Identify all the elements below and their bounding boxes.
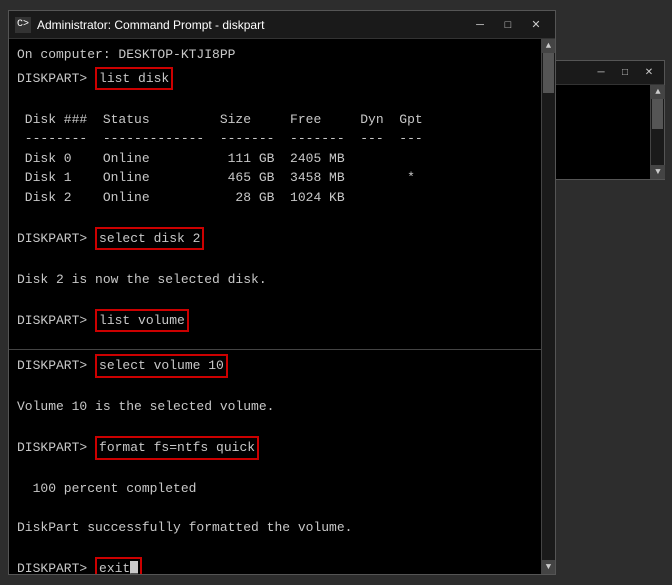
command-select-disk: select disk 2 — [95, 227, 204, 251]
secondary-close[interactable]: ✕ — [638, 64, 660, 82]
scrollbar-track[interactable] — [542, 53, 555, 560]
prompt-text-4: DISKPART> — [17, 356, 95, 376]
header-line: On computer: DESKTOP-KTJI8PP — [17, 43, 533, 67]
disk-divider: -------- ------------- ------- ------- -… — [17, 129, 533, 149]
cursor: _ — [130, 561, 138, 574]
main-titlebar: C> Administrator: Command Prompt - diskp… — [9, 11, 555, 39]
minimize-button[interactable]: ─ — [467, 15, 493, 35]
window-title: Administrator: Command Prompt - diskpart — [37, 18, 467, 32]
command-exit: exit_ — [95, 557, 142, 574]
disk-0: Disk 0 Online 111 GB 2405 MB — [17, 149, 533, 169]
prompt-format: DISKPART> format fs=ntfs quick — [17, 436, 533, 460]
command-select-volume: select volume 10 — [95, 354, 228, 378]
disk-2: Disk 2 Online 28 GB 1024 KB — [17, 188, 533, 208]
main-window: C> Administrator: Command Prompt - diskp… — [8, 10, 556, 575]
select-volume-output: Volume 10 is the selected volume. — [17, 397, 533, 417]
maximize-button[interactable]: □ — [495, 15, 521, 35]
disk-1: Disk 1 Online 465 GB 3458 MB * — [17, 168, 533, 188]
scroll-down-button[interactable]: ▼ — [542, 560, 556, 574]
top-terminal[interactable]: On computer: DESKTOP-KTJI8PP DISKPART> l… — [9, 39, 541, 349]
prompt-text-2: DISKPART> — [17, 229, 95, 249]
window-controls: ─ □ ✕ — [467, 15, 549, 35]
secondary-scroll-down[interactable]: ▼ — [651, 165, 665, 179]
scrollbar[interactable]: ▲ ▼ — [541, 39, 555, 574]
command-list-volume: list volume — [95, 309, 189, 333]
command-list-disk: list disk — [95, 67, 173, 91]
terminal-content: On computer: DESKTOP-KTJI8PP DISKPART> l… — [9, 39, 555, 574]
secondary-scroll-up[interactable]: ▲ — [651, 85, 665, 99]
secondary-scrollbar[interactable]: ▲ ▼ — [650, 85, 664, 179]
scrollbar-thumb[interactable] — [543, 53, 554, 93]
top-section: On computer: DESKTOP-KTJI8PP DISKPART> l… — [9, 39, 541, 349]
icon-symbol: C> — [17, 19, 29, 30]
select-disk-output: Disk 2 is now the selected disk. — [17, 270, 533, 290]
command-format: format fs=ntfs quick — [95, 436, 259, 460]
format-success: DiskPart successfully formatted the volu… — [17, 518, 533, 538]
secondary-maximize[interactable]: □ — [614, 64, 636, 82]
secondary-controls: ─ □ ✕ — [590, 64, 660, 82]
secondary-scrollbar-track[interactable] — [651, 99, 664, 165]
bottom-section: DISKPART> select volume 10 Volume 10 is … — [9, 350, 541, 574]
prompt-text-5: DISKPART> — [17, 438, 95, 458]
disk-header: Disk ### Status Size Free Dyn Gpt — [17, 110, 533, 130]
prompt-list-volume: DISKPART> list volume — [17, 309, 533, 333]
secondary-scrollbar-thumb[interactable] — [652, 99, 663, 129]
prompt-text: DISKPART> — [17, 69, 95, 89]
secondary-minimize[interactable]: ─ — [590, 64, 612, 82]
prompt-select-disk: DISKPART> select disk 2 — [17, 227, 533, 251]
scroll-up-button[interactable]: ▲ — [542, 39, 556, 53]
close-button[interactable]: ✕ — [523, 15, 549, 35]
prompt-exit: DISKPART> exit_ — [17, 557, 533, 574]
prompt-text-3: DISKPART> — [17, 311, 95, 331]
prompt-select-volume: DISKPART> select volume 10 — [17, 354, 533, 378]
bottom-terminal[interactable]: DISKPART> select volume 10 Volume 10 is … — [9, 350, 541, 574]
format-progress: 100 percent completed — [17, 479, 533, 499]
prompt-list-disk: DISKPART> list disk — [17, 67, 533, 91]
prompt-text-6: DISKPART> — [17, 559, 95, 574]
terminal-icon: C> — [15, 17, 31, 33]
